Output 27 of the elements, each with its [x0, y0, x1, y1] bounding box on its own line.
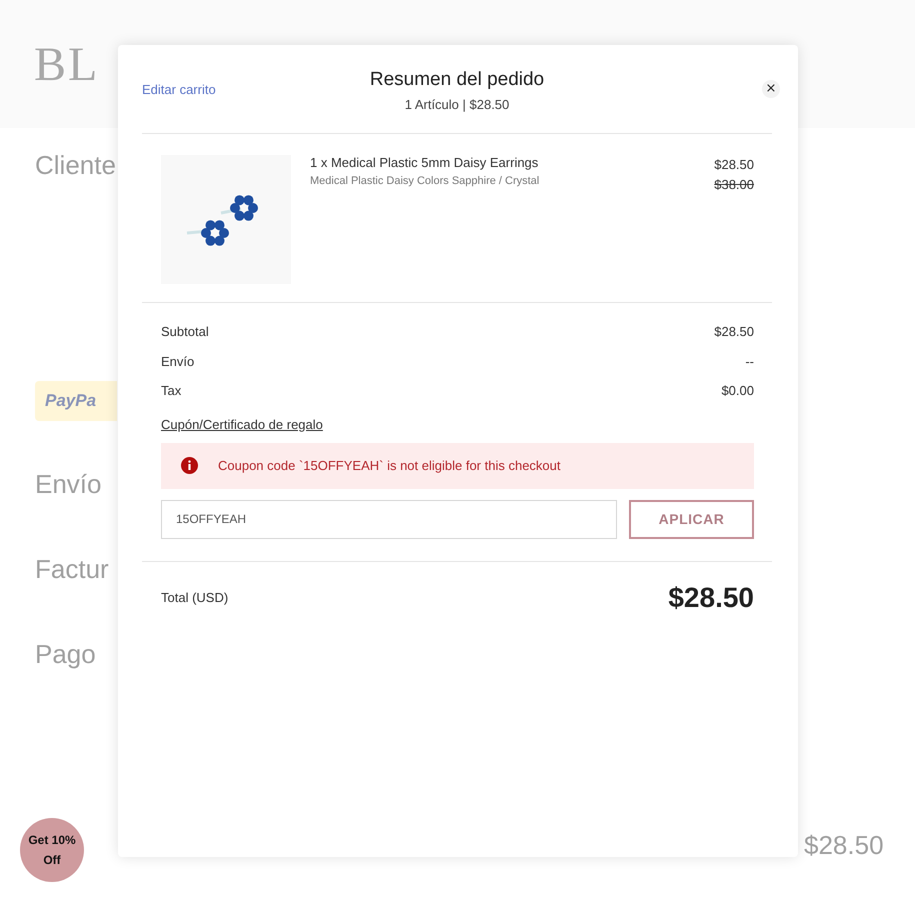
total-amount: $28.50: [668, 582, 754, 614]
discount-badge[interactable]: Get 10% Off: [20, 818, 84, 882]
section-heading: Pago: [35, 639, 96, 670]
price-text: $28.50: [804, 830, 884, 861]
coupon-field[interactable]: 15OFFYEAH: [161, 500, 617, 538]
item-count: 1 Artículo | $28.50: [404, 96, 510, 112]
section-heading: Cliente: [35, 150, 116, 181]
logo: BL: [34, 36, 100, 92]
edit-cart-link[interactable]: Editar carrito: [142, 82, 216, 96]
section-heading: Factur: [35, 554, 109, 585]
summary-value: $0.00: [721, 383, 754, 400]
total-label: Total (USD): [161, 590, 228, 605]
product-variant: Medical Plastic Daisy Colors Sapphire / Crystal: [310, 175, 540, 187]
summary-value: --: [745, 354, 754, 370]
coupon-link[interactable]: Cupón/Certificado de regalo: [161, 416, 323, 432]
summary-label: Tax: [161, 383, 182, 400]
summary-label: Subtotal: [161, 324, 209, 341]
summary-value: $28.50: [714, 324, 754, 341]
error-text: Coupon code `15OFFYEAH` is not eligible for this checkout: [218, 458, 561, 473]
product-price: $28.50: [714, 157, 754, 172]
summary-label: Envío: [161, 354, 194, 370]
error-icon: [181, 457, 198, 474]
section-heading: Envío: [35, 469, 102, 500]
product-name: 1 x Medical Plastic 5mm Daisy Earrings: [310, 155, 540, 170]
close-button[interactable]: ×: [762, 80, 780, 98]
original-price: $38.00: [714, 177, 754, 192]
modal-title: Resumen del pedido: [370, 68, 544, 90]
